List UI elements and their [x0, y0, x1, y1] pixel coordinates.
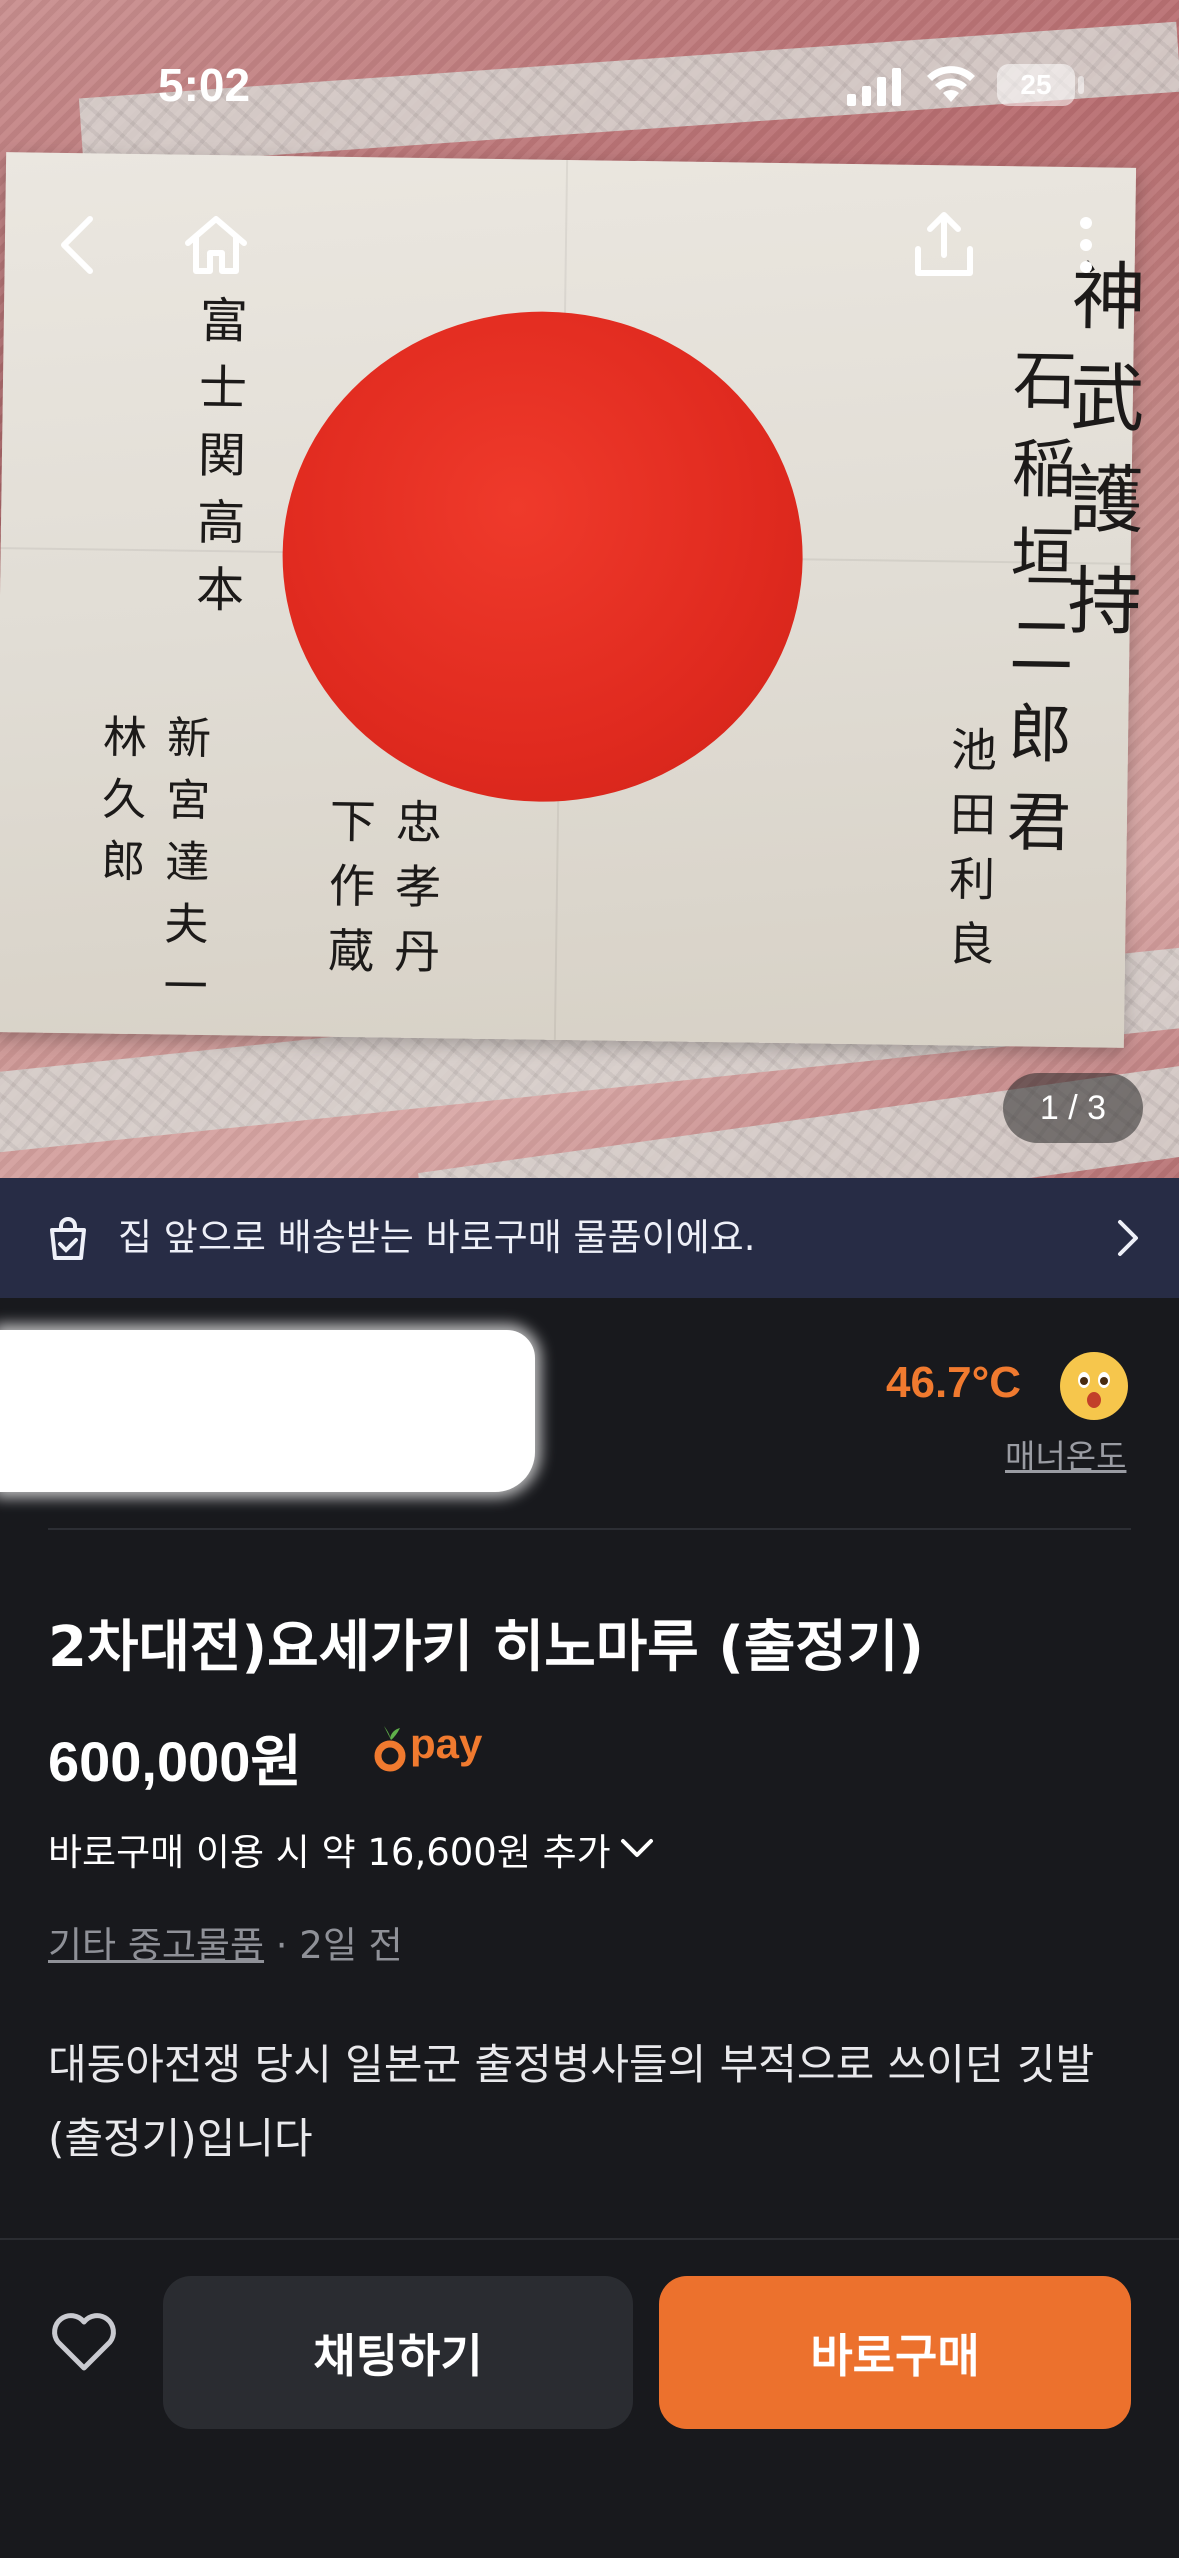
- home-icon: [185, 216, 247, 274]
- listing-description: 대동아전쟁 당시 일본군 출정병사들의 부적으로 쓰이던 깃발(출정기)입니다: [48, 2040, 1095, 2163]
- buy-now-button[interactable]: 바로구매: [659, 2276, 1131, 2429]
- carrot-pay-icon: [374, 1726, 406, 1772]
- more-options-button[interactable]: [1046, 205, 1126, 285]
- product-photo[interactable]: 神 武 護 持 石 稲 垣 二 郎 君 池 田 利 良 富 士 関 高 本 忠 …: [0, 0, 1179, 1178]
- category-link[interactable]: 기타 중고물품: [48, 1924, 264, 1967]
- battery-icon: 25: [997, 64, 1075, 106]
- shopping-bag-icon: [50, 1217, 86, 1260]
- manner-temperature: 46.7°C: [886, 1358, 1022, 1407]
- back-button[interactable]: [36, 205, 116, 285]
- flag-inscription: 池 田 利 良: [940, 725, 999, 968]
- pay-label: pay: [410, 1720, 483, 1767]
- share-icon: [915, 212, 973, 276]
- status-bar: 5:02 25: [0, 0, 1179, 170]
- manner-emoji-icon: [1060, 1352, 1128, 1420]
- home-button[interactable]: [176, 205, 256, 285]
- flag-inscription: 富 士 関 高 本: [186, 294, 248, 615]
- section-divider: [48, 1528, 1131, 1530]
- banner-text: 집 앞으로 배송받는 바로구매 물품이에요.: [118, 1216, 756, 1259]
- manner-temperature-link[interactable]: 매너온도: [1005, 1430, 1126, 1478]
- chevron-down-icon: [620, 1839, 653, 1857]
- listing-meta: 기타 중고물품 · 2일 전: [48, 1915, 403, 1969]
- rising-sun-circle: [279, 308, 806, 806]
- extra-fee-toggle[interactable]: 바로구매 이용 시 약 16,600원 추가: [48, 1822, 655, 1876]
- extra-fee-text: 바로구매 이용 시 약 16,600원 추가: [48, 1831, 611, 1874]
- cellular-signal-icon: [847, 68, 901, 106]
- chevron-right-icon: [1118, 1220, 1138, 1256]
- flag-inscription: 新 宮 達 夫 一 林 久 郎: [92, 713, 211, 1009]
- flag-inscription: 忠 孝 丹 下 作 蔵: [320, 796, 444, 976]
- more-vertical-icon: [1080, 217, 1092, 273]
- heart-icon[interactable]: [48, 2308, 120, 2374]
- battery-level: 25: [1020, 69, 1052, 100]
- share-button[interactable]: [904, 205, 984, 285]
- seller-profile-redacted[interactable]: [0, 1330, 535, 1492]
- chat-button[interactable]: 채팅하기: [163, 2276, 633, 2429]
- hinomaru-flag: 神 武 護 持 石 稲 垣 二 郎 君 池 田 利 良 富 士 関 高 本 忠 …: [0, 152, 1146, 1048]
- direct-buy-banner[interactable]: 집 앞으로 배송받는 바로구매 물품이에요.: [0, 1178, 1179, 1298]
- listing-price: 600,000원: [48, 1730, 302, 1793]
- status-time: 5:02: [158, 59, 251, 111]
- listing-title: 2차대전)요세가키 히노마루 (출정기): [48, 1615, 925, 1680]
- wifi-icon: [927, 66, 975, 102]
- chevron-left-icon: [61, 216, 93, 274]
- photo-pager: 1 / 3: [1003, 1073, 1143, 1143]
- posted-time: · 2일 전: [275, 1924, 403, 1967]
